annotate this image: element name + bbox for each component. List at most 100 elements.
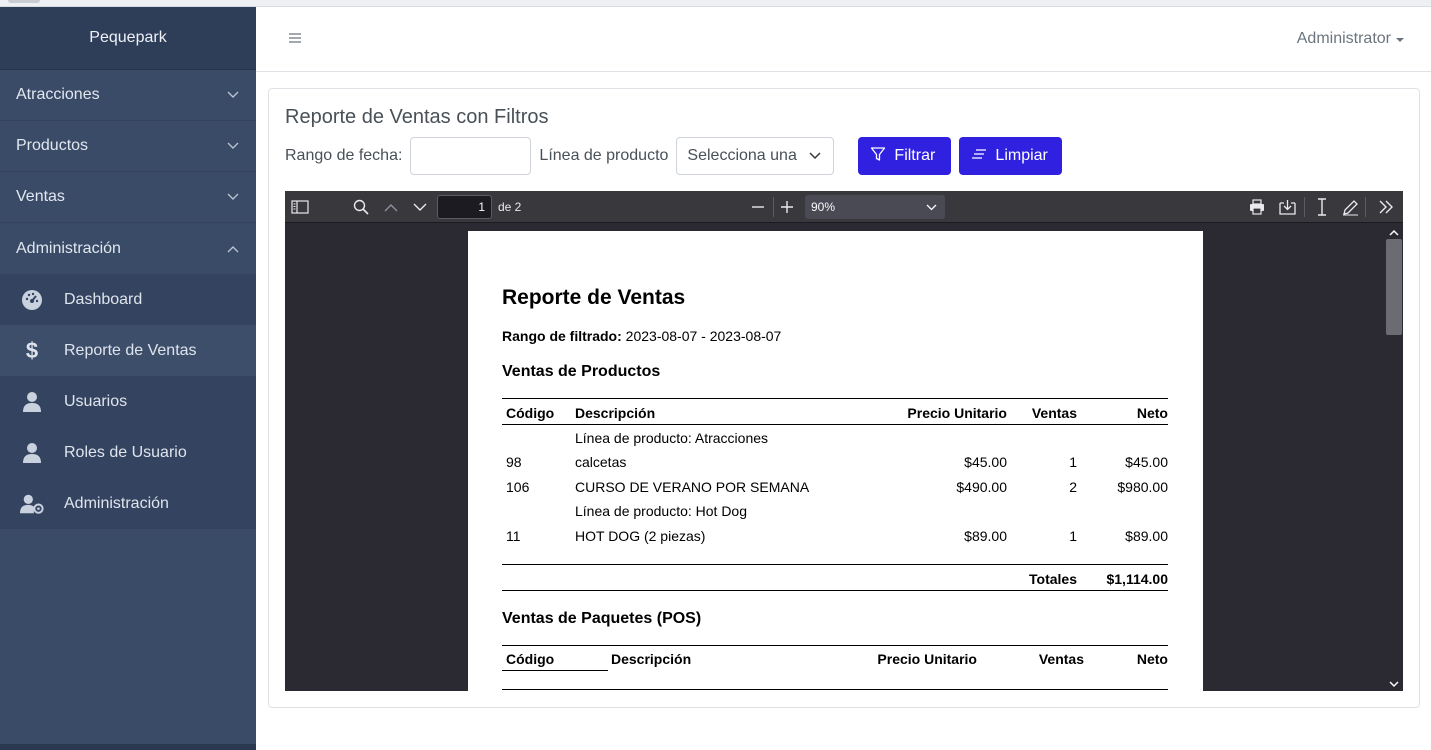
table-rule — [502, 398, 1168, 399]
text-cursor-icon[interactable] — [1313, 198, 1331, 216]
clear-button[interactable]: Limpiar — [959, 137, 1063, 175]
table-header-unit-price: Precio Unitario — [907, 405, 1007, 421]
report-range: Rango de filtrado: 2023-08-07 - 2023-08-… — [502, 328, 781, 344]
table-header-net: Neto — [1136, 405, 1168, 421]
table-rule — [502, 590, 1168, 591]
table-header-code: Código — [506, 405, 555, 421]
filter-button[interactable]: Filtrar — [858, 137, 952, 175]
dollar-icon: $ — [25, 337, 39, 363]
zoom-out-icon[interactable] — [749, 198, 767, 216]
sidebar-footer — [0, 744, 256, 750]
table-rule — [502, 689, 1168, 690]
top-header: Administrator — [256, 7, 1431, 72]
product-line-label: Línea de producto — [539, 147, 669, 164]
clear-lines-icon — [971, 147, 987, 166]
scroll-up-icon[interactable] — [1387, 225, 1401, 239]
table-cell-code: 106 — [506, 479, 530, 495]
chevron-down-icon — [226, 139, 240, 153]
chevron-down-icon — [226, 190, 240, 204]
table-header-code: Código — [506, 651, 555, 667]
more-tools-icon[interactable] — [1377, 198, 1395, 216]
sidebar-item-label: Usuarios — [64, 392, 128, 410]
product-line-row: Línea de producto: Atracciones — [575, 430, 769, 446]
sidebar-group-administracion[interactable]: Administración — [0, 223, 256, 274]
report-range-value: 2023-08-07 - 2023-08-07 — [625, 328, 782, 344]
date-range-input[interactable] — [410, 137, 532, 175]
zoom-in-icon[interactable] — [778, 198, 796, 216]
dashboard-gauge-icon — [20, 288, 44, 312]
tab-nub — [8, 0, 40, 3]
date-range-label: Rango de fecha: — [285, 147, 403, 164]
table-rule — [502, 564, 1168, 565]
previous-page-icon[interactable] — [382, 198, 400, 216]
toolbar-separator — [1365, 197, 1366, 217]
toolbar-separator — [1304, 197, 1305, 217]
sidebar-item-dashboard[interactable]: Dashboard — [0, 274, 256, 325]
sidebar-toggle-icon[interactable] — [291, 198, 309, 216]
user-icon — [20, 390, 44, 414]
chevron-up-icon — [226, 242, 240, 256]
sidebar-group-label: Atracciones — [16, 86, 100, 103]
print-icon[interactable] — [1248, 198, 1266, 216]
pdf-page: Reporte de Ventas Rango de filtrado: 202… — [468, 231, 1203, 691]
section-heading-packages: Ventas de Paquetes (POS) — [502, 610, 702, 627]
page-count: de 2 — [498, 200, 522, 214]
draw-pencil-icon[interactable] — [1341, 198, 1359, 216]
sidebar-item-roles-usuario[interactable]: Roles de Usuario — [0, 427, 256, 478]
table-cell-description: HOT DOG (2 piezas) — [575, 528, 706, 544]
caret-down-icon — [1395, 30, 1405, 48]
report-title: Reporte de Ventas — [502, 286, 686, 309]
scroll-thumb[interactable] — [1386, 239, 1402, 335]
table-header-sales: Ventas — [1031, 405, 1077, 421]
next-page-icon[interactable] — [411, 198, 429, 216]
table-cell-unit-price: $490.00 — [956, 479, 1007, 495]
pdf-viewer[interactable]: 1 de 2 90% Reporte de Ventas Rango de fi… — [285, 191, 1403, 691]
toolbar-separator — [773, 197, 774, 217]
report-range-label: Rango de filtrado: — [502, 328, 622, 344]
table-cell-unit-price: $45.00 — [964, 454, 1007, 470]
table-cell-sales: 2 — [1069, 479, 1077, 495]
zoom-value: 90% — [811, 200, 836, 214]
brand-logo[interactable]: Pequepark — [0, 7, 256, 70]
zoom-select[interactable]: 90% — [805, 195, 945, 219]
sidebar-item-reporte-ventas[interactable]: $ Reporte de Ventas — [0, 325, 256, 376]
table-rule — [502, 645, 1168, 646]
clear-button-label: Limpiar — [995, 147, 1048, 164]
chevron-down-icon — [226, 88, 240, 102]
table-header-sales: Ventas — [1038, 651, 1084, 667]
filter-button-label: Filtrar — [894, 147, 936, 164]
table-cell-net: $45.00 — [1125, 454, 1168, 470]
page-number-input[interactable]: 1 — [437, 195, 492, 219]
product-line-select[interactable]: Selecciona una — [676, 137, 835, 175]
search-icon[interactable] — [352, 198, 370, 216]
table-cell-sales: 1 — [1069, 454, 1077, 470]
totals-label: Totales — [1029, 571, 1077, 587]
user-menu-dropdown[interactable]: Administrator — [1297, 30, 1405, 48]
product-line-select-value: Selecciona una — [687, 147, 797, 164]
pdf-scrollbar[interactable] — [1385, 223, 1403, 691]
sidebar-group-atracciones[interactable]: Atracciones — [0, 70, 256, 121]
sidebar-item-label: Reporte de Ventas — [64, 341, 197, 359]
sidebar-item-label: Roles de Usuario — [64, 443, 187, 461]
hamburger-menu-icon[interactable] — [288, 31, 302, 45]
table-cell-net: $980.00 — [1117, 479, 1168, 495]
sidebar-group-ventas[interactable]: Ventas — [0, 172, 256, 223]
chevron-down-icon — [926, 200, 937, 214]
sidebar-item-administracion[interactable]: Administración — [0, 478, 256, 529]
table-header-unit-price: Precio Unitario — [877, 651, 977, 667]
scroll-down-icon[interactable] — [1387, 677, 1401, 691]
table-rule — [502, 424, 1168, 425]
user-icon — [20, 441, 44, 465]
table-cell-sales: 1 — [1069, 528, 1077, 544]
save-download-icon[interactable] — [1278, 198, 1296, 216]
sidebar-item-usuarios[interactable]: Usuarios — [0, 376, 256, 427]
sidebar: Pequepark Atracciones Productos Ventas A… — [0, 7, 256, 750]
table-cell-unit-price: $89.00 — [964, 528, 1007, 544]
user-gear-icon — [20, 492, 44, 516]
table-header-description: Descripción — [575, 405, 656, 421]
table-rule — [502, 670, 608, 671]
sidebar-group-productos[interactable]: Productos — [0, 121, 256, 172]
table-cell-code: 11 — [506, 528, 521, 544]
sidebar-group-label: Administración — [16, 239, 121, 257]
user-menu-label: Administrator — [1296, 30, 1391, 47]
